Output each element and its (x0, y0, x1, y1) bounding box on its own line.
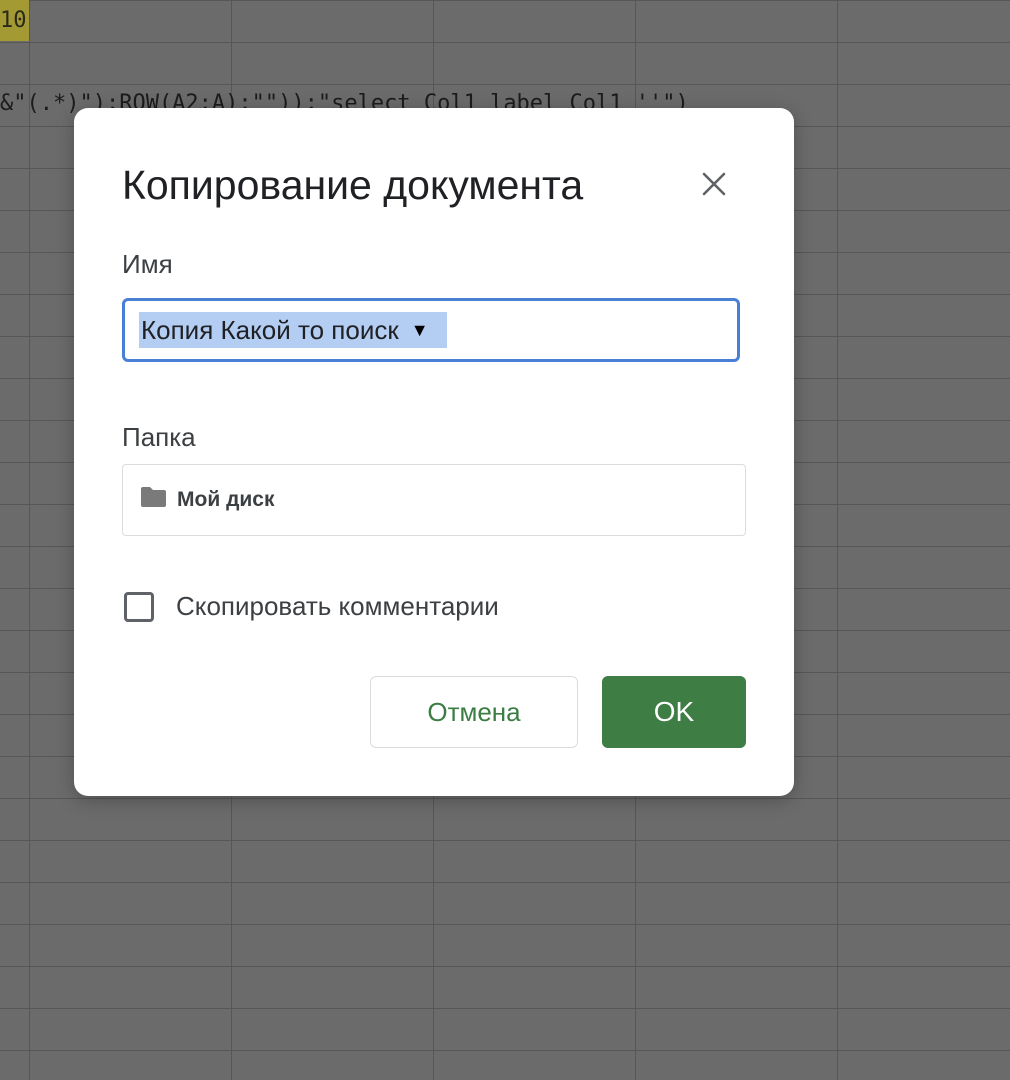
copy-comments-option[interactable]: Скопировать комментарии (122, 591, 499, 622)
copy-comments-label: Скопировать комментарии (176, 591, 499, 621)
cancel-button[interactable]: Отмена (370, 676, 578, 748)
name-value: Копия Какой то поиск (141, 315, 399, 345)
highlighted-cell: 10 (0, 0, 29, 41)
copy-comments-checkbox[interactable] (124, 591, 154, 622)
close-icon (702, 172, 726, 196)
caret-down-icon: ▼ (410, 320, 429, 340)
name-input[interactable]: Копия Какой то поиск ▼ (122, 298, 740, 362)
dialog-title: Копирование документа (122, 162, 584, 208)
name-selected-text: Копия Какой то поиск ▼ (139, 312, 447, 348)
close-button[interactable] (694, 164, 734, 204)
ok-button[interactable]: OK (602, 676, 746, 748)
copy-document-dialog: Копирование документа Имя Копия Какой то… (74, 108, 794, 796)
folder-picker[interactable]: Мой диск (122, 464, 746, 536)
folder-icon (141, 487, 166, 507)
folder-name: Мой диск (177, 488, 275, 511)
name-label: Имя (122, 249, 173, 279)
folder-label: Папка (122, 422, 196, 452)
